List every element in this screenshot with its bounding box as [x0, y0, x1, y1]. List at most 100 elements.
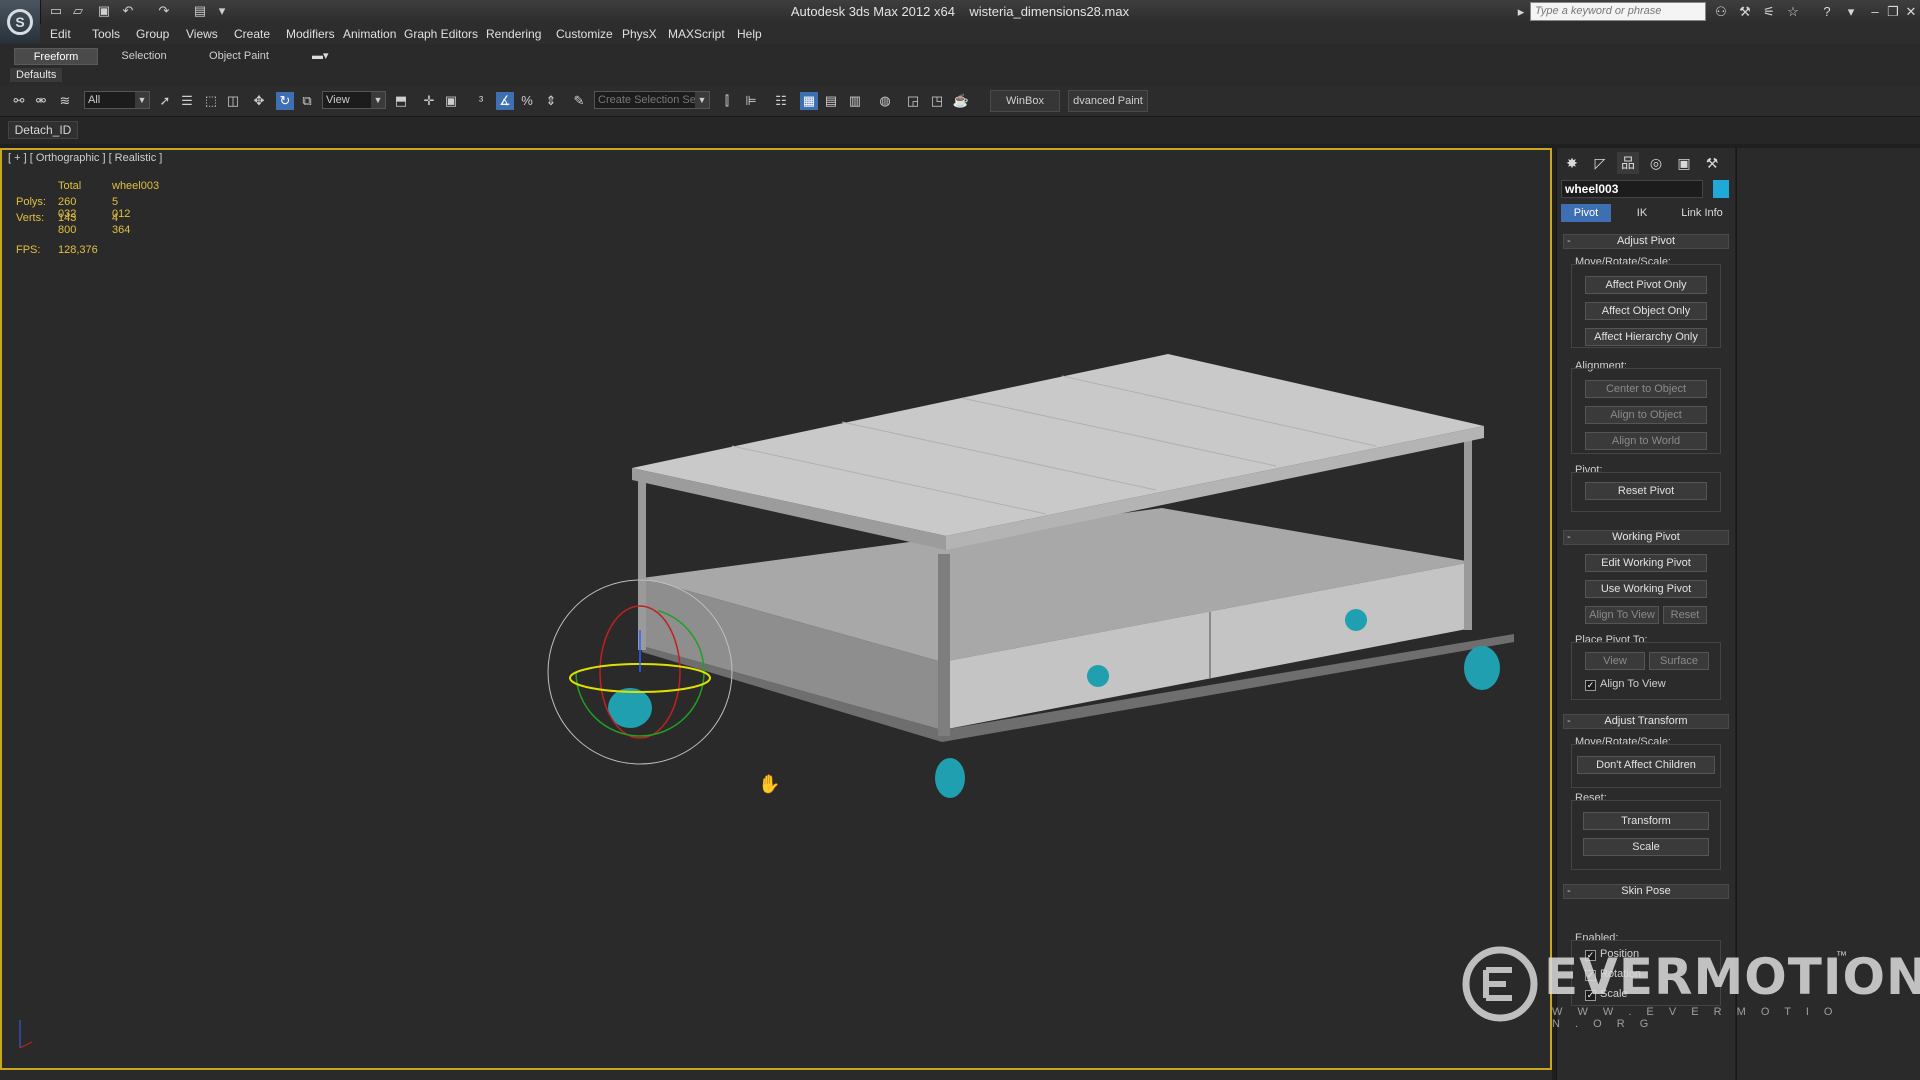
chevron-down-icon[interactable]: ▾ — [1842, 3, 1860, 21]
align-to-world-button[interactable]: Align to World — [1585, 432, 1707, 450]
tools-icon[interactable]: ⚒ — [1736, 3, 1754, 21]
material-editor-icon[interactable]: ◍ — [876, 92, 894, 110]
motion-tab-icon[interactable]: ◎ — [1645, 152, 1667, 174]
tab-selection[interactable]: Selection — [104, 48, 184, 65]
menu-edit[interactable]: Edit — [50, 27, 71, 41]
bind-space-warp-icon[interactable]: ≋ — [56, 92, 74, 110]
wheel-right[interactable] — [1464, 646, 1500, 690]
affect-pivot-only-button[interactable]: Affect Pivot Only — [1585, 276, 1707, 294]
schematic-view-icon[interactable]: ▥ — [846, 92, 864, 110]
mirror-icon[interactable]: ⫿ — [718, 92, 736, 110]
reset-transform-button[interactable]: Transform — [1583, 812, 1709, 830]
select-and-rotate-icon[interactable]: ↻ — [276, 92, 294, 110]
detach-id-button[interactable]: Detach_ID — [8, 121, 78, 139]
keyboard-shortcut-override-icon[interactable]: ▣ — [442, 92, 460, 110]
search-input[interactable]: Type a keyword or phrase — [1530, 2, 1706, 21]
menu-customize[interactable]: Customize — [556, 27, 613, 41]
subscription-icon[interactable]: ⚟ — [1760, 3, 1778, 21]
utilities-tab-icon[interactable]: ⚒ — [1701, 152, 1723, 174]
redo-icon[interactable]: ↷ — [156, 3, 172, 19]
select-and-link-icon[interactable]: ⚯ — [10, 92, 28, 110]
restore-icon[interactable]: ❐ — [1884, 3, 1902, 21]
snaps-toggle-icon[interactable]: ³ — [472, 92, 490, 110]
dont-affect-children-button[interactable]: Don't Affect Children — [1577, 756, 1715, 774]
curve-editor-icon[interactable]: ▤ — [822, 92, 840, 110]
select-object-icon[interactable]: ➚ — [156, 92, 174, 110]
select-and-move-icon[interactable]: ✥ — [250, 92, 268, 110]
chevron-down-icon[interactable]: ▾ — [214, 3, 230, 19]
tab-freeform[interactable]: Freeform — [14, 48, 98, 65]
window-crossing-icon[interactable]: ◫ — [224, 92, 242, 110]
new-file-icon[interactable]: ▭ — [48, 3, 64, 19]
rectangular-selection-icon[interactable]: ⬚ — [202, 92, 220, 110]
select-by-name-icon[interactable]: ☰ — [178, 92, 196, 110]
help-icon[interactable]: ? — [1818, 3, 1836, 21]
menu-modifiers[interactable]: Modifiers — [286, 27, 335, 41]
reset-pivot-button[interactable]: Reset Pivot — [1585, 482, 1707, 500]
named-selection-dropdown[interactable]: Create Selection Se ▼ — [594, 91, 710, 109]
undo-icon[interactable]: ↶ — [120, 3, 136, 19]
rollout-skin-pose[interactable]: - Skin Pose — [1563, 884, 1729, 899]
menu-graph-editors[interactable]: Graph Editors — [404, 27, 478, 41]
display-tab-icon[interactable]: ▣ — [1673, 152, 1695, 174]
menu-animation[interactable]: Animation — [343, 27, 396, 41]
rendered-frame-window-icon[interactable]: ◳ — [928, 92, 946, 110]
angle-snap-icon[interactable]: ∡ — [496, 92, 514, 110]
align-to-view-checkbox[interactable]: ✓ Align To View — [1585, 678, 1666, 691]
tab-pivot[interactable]: Pivot — [1561, 204, 1611, 222]
application-button[interactable]: S — [0, 0, 41, 44]
advanced-paint-button[interactable]: dvanced Paint — [1068, 90, 1148, 112]
place-pivot-view-button[interactable]: View — [1585, 652, 1645, 670]
project-folder-icon[interactable]: ▤ — [192, 3, 208, 19]
layer-manager-icon[interactable]: ☷ — [772, 92, 790, 110]
modify-tab-icon[interactable]: ◸ — [1589, 152, 1611, 174]
hierarchy-tab-icon[interactable]: 品 — [1617, 152, 1639, 174]
affect-object-only-button[interactable]: Affect Object Only — [1585, 302, 1707, 320]
unlink-icon[interactable]: ⚮ — [32, 92, 50, 110]
menu-create[interactable]: Create — [234, 27, 270, 41]
tab-object-paint[interactable]: Object Paint — [196, 48, 282, 65]
menu-physx[interactable]: PhysX — [622, 27, 657, 41]
binoculars-icon[interactable]: ⚇ — [1712, 3, 1730, 21]
wheel-front[interactable] — [935, 758, 965, 798]
percent-snap-icon[interactable]: % — [518, 92, 536, 110]
close-icon[interactable]: ✕ — [1902, 3, 1920, 21]
align-icon[interactable]: ⊫ — [742, 92, 760, 110]
reset-scale-button[interactable]: Scale — [1583, 838, 1709, 856]
object-name-field[interactable]: wheel003 — [1561, 180, 1703, 198]
selection-filter-dropdown[interactable]: All ▼ — [84, 91, 150, 109]
minimize-icon[interactable]: – — [1866, 3, 1884, 21]
open-file-icon[interactable]: ▱ — [70, 3, 86, 19]
affect-hierarchy-only-button[interactable]: Affect Hierarchy Only — [1585, 328, 1707, 346]
render-setup-icon[interactable]: ◲ — [904, 92, 922, 110]
menu-group[interactable]: Group — [136, 27, 169, 41]
select-and-scale-icon[interactable]: ⧉ — [298, 92, 316, 110]
render-production-icon[interactable]: ☕ — [952, 92, 970, 110]
menu-tools[interactable]: Tools — [92, 27, 120, 41]
rollout-adjust-pivot[interactable]: - Adjust Pivot — [1563, 234, 1729, 249]
edit-named-selection-icon[interactable]: ✎ — [570, 92, 588, 110]
center-to-object-button[interactable]: Center to Object — [1585, 380, 1707, 398]
graphite-modeling-icon[interactable]: ▦ — [800, 92, 818, 110]
align-to-view-button[interactable]: Align To View — [1585, 606, 1659, 624]
rollout-working-pivot[interactable]: - Working Pivot — [1563, 530, 1729, 545]
reference-coordinate-dropdown[interactable]: View ▼ — [322, 91, 386, 109]
create-tab-icon[interactable]: ✸ — [1561, 152, 1583, 174]
reset-working-pivot-button[interactable]: Reset — [1663, 606, 1707, 624]
menu-maxscript[interactable]: MAXScript — [668, 27, 725, 41]
tab-ik[interactable]: IK — [1617, 204, 1667, 222]
object-color-swatch[interactable] — [1713, 180, 1729, 198]
select-and-manipulate-icon[interactable]: ✛ — [420, 92, 438, 110]
ribbon-options-icon[interactable]: ▬▾ — [312, 49, 329, 62]
triangle-right-icon[interactable]: ▸ — [1512, 3, 1530, 21]
pivot-center-icon[interactable]: ⬒ — [392, 92, 410, 110]
ribbon-defaults-label[interactable]: Defaults — [10, 68, 63, 82]
place-pivot-surface-button[interactable]: Surface — [1649, 652, 1709, 670]
menu-help[interactable]: Help — [737, 27, 762, 41]
spinner-snap-icon[interactable]: ⇕ — [542, 92, 560, 110]
viewport-orthographic[interactable]: [ + ] [ Orthographic ] [ Realistic ] Tot… — [0, 148, 1552, 1070]
align-to-object-button[interactable]: Align to Object — [1585, 406, 1707, 424]
rollout-adjust-transform[interactable]: - Adjust Transform — [1563, 714, 1729, 729]
winbox-button[interactable]: WinBox — [990, 90, 1060, 112]
favorites-star-icon[interactable]: ☆ — [1784, 3, 1802, 21]
